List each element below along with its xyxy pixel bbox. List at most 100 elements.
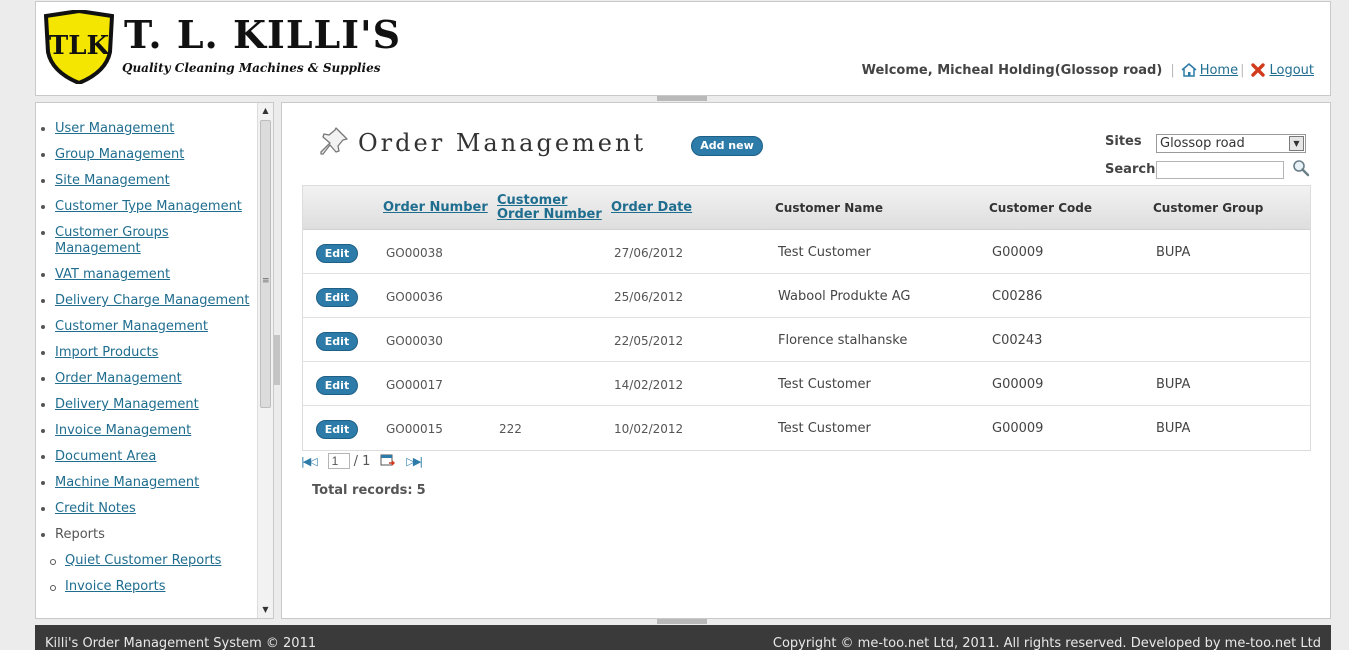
sidebar-item-machine-management[interactable]: Machine Management: [36, 475, 256, 491]
edit-button[interactable]: Edit: [316, 420, 358, 439]
last-page-icon[interactable]: ▷▶|: [406, 455, 423, 468]
edit-button[interactable]: Edit: [316, 288, 358, 307]
customer-code-cell: G00009: [992, 245, 1044, 260]
scrollbar-thumb[interactable]: ≡: [260, 120, 271, 408]
sidebar-item-vat-management[interactable]: VAT management: [36, 267, 256, 283]
sidebar-item-import-products[interactable]: Import Products: [36, 345, 256, 361]
sidebar-item-quiet-customer-reports[interactable]: Quiet Customer Reports: [36, 553, 256, 569]
table-row: Edit GO00017 14/02/2012 Test Customer G00009…: [303, 362, 1310, 406]
footer: Killi's Order Management System © 2011 C…: [35, 625, 1331, 650]
order-number-cell: GO00038: [386, 246, 443, 260]
home-icon: [1181, 62, 1197, 77]
table-row: Edit GO00030 22/05/2012 Florence stalhanske…: [303, 318, 1310, 362]
order-number-cell: GO00036: [386, 290, 443, 304]
chevron-down-icon[interactable]: ▼: [1289, 136, 1304, 151]
table-row: Edit GO00036 25/06/2012 Wabool Produkte AG C…: [303, 274, 1310, 318]
divider: |: [1240, 62, 1245, 78]
sidebar-item-label[interactable]: Machine Management: [55, 475, 199, 490]
sidebar-item-customer-groups-management[interactable]: Customer Groups Management: [36, 225, 256, 257]
header: TLK T. L. KILLI'S Quality Cleaning Machi…: [35, 1, 1331, 96]
header-user-links: Welcome, Micheal Holding(Glossop road) |…: [862, 62, 1314, 78]
welcome-message: Welcome, Micheal Holding(Glossop road): [861, 62, 1163, 78]
sidebar-item-label[interactable]: Site Management: [55, 173, 170, 188]
order-number-cell: GO00030: [386, 334, 443, 348]
sidebar-item-delivery-charge-management[interactable]: Delivery Charge Management: [36, 293, 256, 309]
customer-group-cell: BUPA: [1156, 377, 1191, 392]
table-header: Order Number Customer Order Number Order…: [303, 186, 1310, 230]
order-date-cell: 14/02/2012: [614, 378, 684, 392]
sidebar-item-group-management[interactable]: Group Management: [36, 147, 256, 163]
sidebar-scrollbar[interactable]: ▲ ≡ ▼: [257, 103, 273, 618]
go-to-page-icon[interactable]: [380, 454, 396, 468]
sidebar-item-delivery-management[interactable]: Delivery Management: [36, 397, 256, 413]
edit-button[interactable]: Edit: [316, 376, 358, 395]
sidebar-resize-handle[interactable]: [274, 335, 280, 385]
sidebar-item-site-management[interactable]: Site Management: [36, 173, 256, 189]
column-header-order-number[interactable]: Order Number: [383, 201, 488, 215]
sidebar-nav: User Management Group Management Site Mana…: [36, 121, 256, 605]
tlk-shield-logo-icon: TLK: [44, 10, 114, 84]
sites-label: Sites: [1105, 134, 1142, 149]
page-number-input[interactable]: [327, 453, 350, 469]
sidebar-item-label[interactable]: Customer Management: [55, 319, 208, 334]
sidebar-item-label[interactable]: Customer Groups Management: [55, 225, 169, 256]
column-header-customer-group: Customer Group: [1153, 201, 1264, 215]
sidebar-item-label[interactable]: Group Management: [55, 147, 184, 162]
footer-copyright: Copyright © me-too.net Ltd, 2011. All ri…: [772, 636, 1321, 650]
pushpin-icon: [320, 127, 348, 155]
logout-link-group: Logout: [1250, 62, 1314, 78]
sidebar-item-reports: Reports: [36, 527, 256, 543]
sidebar-item-label[interactable]: Document Area: [55, 449, 156, 464]
sidebar-item-customer-type-management[interactable]: Customer Type Management: [36, 199, 256, 215]
edit-button[interactable]: Edit: [316, 244, 358, 263]
sidebar-item-user-management[interactable]: User Management: [36, 121, 256, 137]
customer-name-cell: Wabool Produkte AG: [778, 289, 911, 304]
sidebar-item-label[interactable]: VAT management: [55, 267, 170, 282]
edit-button[interactable]: Edit: [316, 332, 358, 351]
customer-name-cell: Test Customer: [778, 245, 871, 260]
order-number-cell: GO00015: [386, 422, 443, 436]
column-header-customer-order-number[interactable]: Customer Order Number: [497, 194, 602, 222]
footer-system-name: Killi's Order Management System © 2011: [45, 636, 317, 650]
sidebar-item-label[interactable]: Invoice Reports: [65, 579, 165, 594]
sidebar-item-label[interactable]: Delivery Management: [55, 397, 199, 412]
scroll-up-arrow-icon[interactable]: ▲: [258, 103, 273, 119]
add-new-button[interactable]: Add new: [691, 136, 763, 156]
customer-group-cell: BUPA: [1156, 421, 1191, 436]
sidebar-item-credit-notes[interactable]: Credit Notes: [36, 501, 256, 517]
sidebar-item-order-management[interactable]: Order Management: [36, 371, 256, 387]
search-label: Search: [1105, 162, 1156, 177]
orders-table: Order Number Customer Order Number Order…: [302, 185, 1311, 451]
order-date-cell: 10/02/2012: [614, 422, 684, 436]
header-resize-handle[interactable]: [657, 96, 707, 101]
customer-order-number-cell: 222: [499, 422, 522, 436]
customer-group-cell: BUPA: [1156, 245, 1191, 260]
column-header-line: Customer: [497, 193, 568, 208]
sidebar-item-label[interactable]: Credit Notes: [55, 501, 136, 516]
sidebar-item-invoice-management[interactable]: Invoice Management: [36, 423, 256, 439]
search-input[interactable]: [1156, 161, 1284, 179]
home-link[interactable]: Home: [1200, 63, 1238, 78]
sidebar-item-invoice-reports[interactable]: Invoice Reports: [36, 579, 256, 595]
sidebar-item-label[interactable]: Import Products: [55, 345, 158, 360]
logout-link[interactable]: Logout: [1269, 63, 1314, 78]
sidebar-item-label[interactable]: Order Management: [55, 371, 182, 386]
sites-select[interactable]: Glossop road ▼: [1156, 134, 1306, 153]
first-page-icon[interactable]: |◀◁: [301, 455, 318, 468]
search-icon[interactable]: [1292, 159, 1310, 177]
customer-code-cell: G00009: [992, 377, 1044, 392]
customer-name-cell: Test Customer: [778, 377, 871, 392]
scroll-down-arrow-icon[interactable]: ▼: [258, 602, 273, 618]
sidebar-item-label[interactable]: Customer Type Management: [55, 199, 242, 214]
sites-selected-value: Glossop road: [1160, 136, 1245, 151]
company-logo[interactable]: TLK T. L. KILLI'S Quality Cleaning Machi…: [44, 10, 400, 86]
sidebar-item-document-area[interactable]: Document Area: [36, 449, 256, 465]
sidebar-item-label[interactable]: Quiet Customer Reports: [65, 553, 221, 568]
column-header-order-date[interactable]: Order Date: [611, 201, 692, 215]
sidebar-item-label[interactable]: Invoice Management: [55, 423, 191, 438]
sidebar-item-label[interactable]: User Management: [55, 121, 174, 136]
sidebar-item-customer-management[interactable]: Customer Management: [36, 319, 256, 335]
sidebar: User Management Group Management Site Mana…: [35, 102, 274, 619]
footer-resize-handle[interactable]: [657, 619, 707, 624]
sidebar-item-label[interactable]: Delivery Charge Management: [55, 293, 250, 308]
